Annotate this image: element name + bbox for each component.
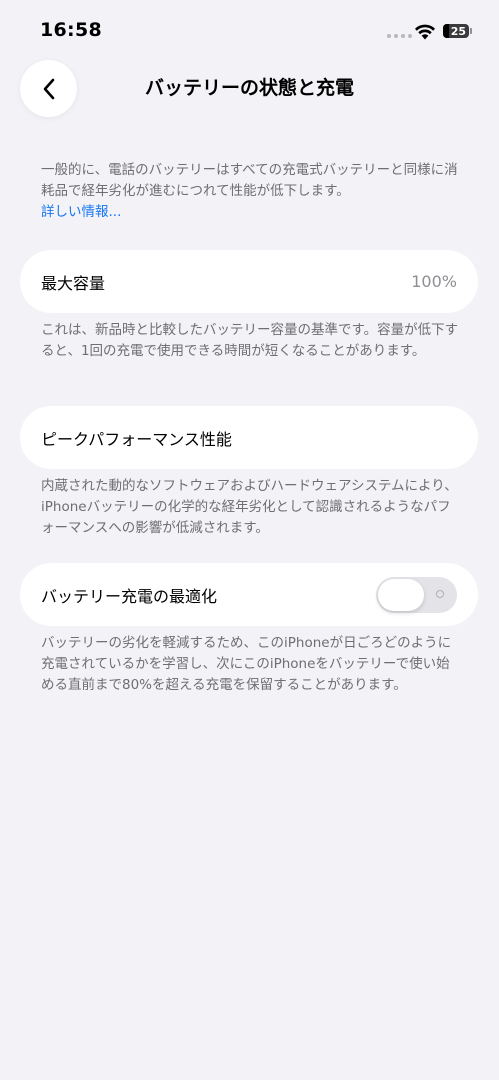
optimized-charging-cell: バッテリー充電の最適化 — [20, 563, 478, 626]
peak-performance-label: ピークパフォーマンス性能 — [41, 429, 232, 449]
intro-text: 一般的に、電話のバッテリーはすべての充電式バッテリーと同様に消耗品で経年劣化が進… — [41, 162, 458, 199]
toggle-off-indicator-icon — [436, 589, 444, 598]
status-time: 16:58 — [40, 19, 102, 41]
learn-more-link[interactable]: 詳しい情報... — [41, 202, 461, 223]
signal-dots-icon — [387, 34, 412, 38]
battery-cap — [470, 28, 472, 34]
max-capacity-label: 最大容量 — [41, 273, 106, 293]
peak-performance-cell[interactable]: ピークパフォーマンス性能 — [20, 406, 478, 469]
toggle-knob — [378, 578, 424, 611]
optimized-charging-label: バッテリー充電の最適化 — [41, 586, 218, 606]
battery-icon: 25 — [443, 24, 469, 38]
battery-level: 25 — [450, 24, 466, 38]
max-capacity-value: 100% — [411, 272, 457, 291]
peak-performance-footnote: 内蔵された動的なソフトウェアおよびハードウェアシステムにより、iPhoneバッテ… — [41, 478, 458, 536]
optimized-charging-toggle[interactable] — [376, 576, 457, 613]
page-title: バッテリーの状態と充電 — [144, 77, 354, 99]
status-bar: 16:58 25 — [0, 0, 499, 60]
max-capacity-footnote: これは、新品時と比較したバッテリー容量の基準です。容量が低下すると、1回の充電で… — [41, 322, 459, 359]
intro-text-block: 一般的に、電話のバッテリーはすべての充電式バッテリーと同様に消耗品で経年劣化が進… — [41, 160, 461, 223]
max-capacity-cell: 最大容量 100% — [20, 250, 478, 313]
optimized-charging-footnote: バッテリーの劣化を軽減するため、このiPhoneが日ごろどのように充電されている… — [41, 635, 452, 693]
wifi-icon — [415, 24, 435, 40]
